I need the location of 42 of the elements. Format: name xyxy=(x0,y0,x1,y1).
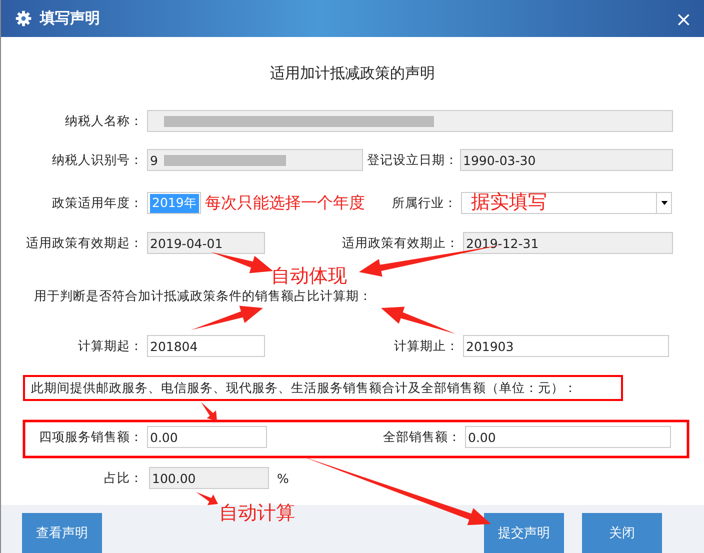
field-label: 所属行业： xyxy=(391,194,457,212)
field-label: 全部销售额： xyxy=(382,428,461,446)
field-label: 纳税人识别号： xyxy=(51,152,143,168)
text-field[interactable]: 100.00 xyxy=(149,467,269,489)
field-label: 计算期止： xyxy=(393,338,459,354)
action-button[interactable]: 查看声明 xyxy=(22,513,102,553)
text-field[interactable]: 9 xyxy=(147,149,363,171)
annotation-text: 自动体现 xyxy=(271,265,347,287)
annotation-text: 据实填写 xyxy=(471,191,547,213)
field-label: 纳税人名称： xyxy=(64,112,143,130)
period-note: 用于判断是否符合加计抵减政策条件的销售额占比计算期： xyxy=(34,287,372,305)
percent-unit: % xyxy=(277,470,289,486)
action-button[interactable]: 提交声明 xyxy=(484,513,564,553)
annotation-arrow xyxy=(196,492,218,506)
annotation-arrow xyxy=(191,306,263,330)
sales-note: 此期间提供邮政服务、电信服务、现代服务、生活服务销售额合计及全部销售额（单位：元）： xyxy=(23,375,623,401)
field-label: 适用政策有效期止： xyxy=(341,234,459,252)
text-field[interactable]: 201903 xyxy=(463,335,669,357)
settings-icon xyxy=(15,10,32,27)
window-title: 填写声明 xyxy=(40,9,100,28)
text-field[interactable]: 0.00 xyxy=(465,426,671,448)
industry-dropdown[interactable] xyxy=(461,192,672,214)
text-field[interactable] xyxy=(147,110,673,132)
field-label: 四项服务销售额： xyxy=(38,428,143,446)
annotation-text: 自动计算 xyxy=(219,502,295,524)
form-heading: 适用加计抵减政策的声明 xyxy=(269,63,436,83)
field-label: 计算期起： xyxy=(77,338,143,354)
text-field[interactable]: 0.00 xyxy=(147,426,267,448)
annotation-arrow xyxy=(211,252,273,274)
action-button[interactable]: 关闭 xyxy=(582,513,662,553)
field-label: 占比： xyxy=(103,470,143,486)
dropdown-caret-icon xyxy=(660,201,668,205)
text-field[interactable]: 1990-03-30 xyxy=(460,149,673,171)
close-button[interactable]: × xyxy=(671,8,696,28)
field-label: 政策适用年度： xyxy=(51,194,143,212)
text-field[interactable]: 2019-12-31 xyxy=(463,232,673,254)
text-field[interactable]: 201804 xyxy=(147,335,265,357)
annotation-text: 每次只能选择一个年度 xyxy=(205,192,365,214)
annotation-arrow xyxy=(201,402,217,421)
field-label: 登记设立日期： xyxy=(366,152,458,168)
text-field[interactable]: 2019-04-01 xyxy=(147,232,265,254)
field-label: 适用政策有效期起： xyxy=(25,234,143,252)
